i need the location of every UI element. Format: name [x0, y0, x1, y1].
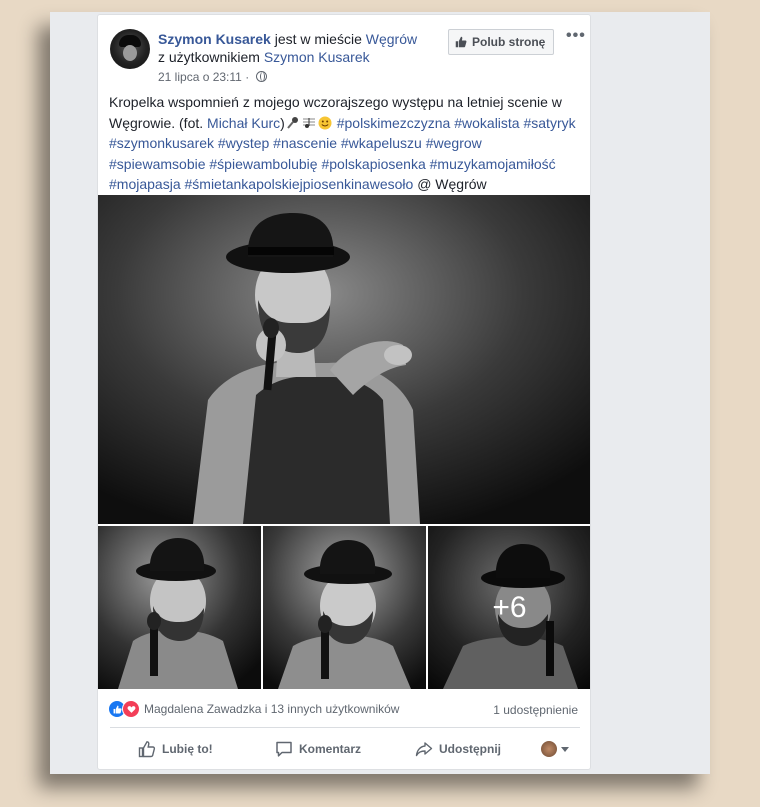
viewer-avatar — [541, 741, 557, 757]
post-text-part2: ) — [280, 114, 285, 131]
reactions-text: Magdalena Zawadzka i 13 innych użytkowni… — [144, 702, 400, 716]
like-page-label: Polub stronę — [472, 35, 546, 49]
photo-thumbnail[interactable] — [98, 526, 261, 689]
share-button[interactable]: Udostępnij — [415, 740, 501, 758]
post-date[interactable]: 21 lipca o 23:11 — [158, 70, 242, 84]
thumbs-up-outline-icon — [138, 741, 156, 758]
city-link[interactable]: Węgrów — [366, 31, 417, 47]
author-avatar[interactable] — [110, 29, 150, 69]
smiling-face-emoji-icon — [318, 116, 332, 129]
in-city-text: jest w mieście — [274, 31, 362, 47]
thumbs-up-icon — [455, 36, 467, 48]
post-header: Szymon Kusarek jest w mieście Węgrów z u… — [158, 30, 448, 66]
location-suffix: @ Węgrów — [417, 176, 487, 192]
music-notes-emoji-icon — [302, 117, 315, 128]
like-label: Lubię to! — [162, 742, 213, 756]
comment-label: Komentarz — [299, 742, 362, 756]
post-as-selector[interactable] — [541, 741, 569, 757]
like-page-button[interactable]: Polub stronę — [448, 29, 555, 55]
post-date-row: 21 lipca o 23:11 · — [158, 70, 267, 84]
share-arrow-icon — [415, 742, 433, 757]
love-reaction-icon — [122, 700, 140, 718]
main-photo[interactable] — [98, 195, 591, 524]
divider — [110, 727, 580, 728]
post-text: Kropelka wspomnień z mojego wczorajszego… — [109, 92, 579, 195]
author-name-link[interactable]: Szymon Kusarek — [158, 31, 271, 47]
chevron-down-icon — [561, 746, 569, 752]
comment-bubble-icon — [276, 741, 292, 757]
with-text: z użytkownikiem — [158, 49, 260, 65]
reactions-summary[interactable]: Magdalena Zawadzka i 13 innych użytkowni… — [108, 700, 399, 718]
shares-count[interactable]: 1 udostępnienie — [493, 703, 578, 717]
tagged-user-link[interactable]: Szymon Kusarek — [264, 49, 370, 65]
photographer-link[interactable]: Michał Kurc — [207, 115, 280, 131]
more-options-button[interactable]: ••• — [566, 27, 586, 45]
globe-icon — [255, 71, 267, 82]
microphone-emoji-icon — [287, 116, 298, 129]
photo-thumbnail[interactable] — [263, 526, 426, 689]
date-separator: · — [245, 70, 250, 84]
photo-thumbnail-more[interactable]: +6 — [428, 526, 590, 689]
comment-button[interactable]: Komentarz — [275, 740, 361, 758]
more-photos-count: +6 — [428, 526, 590, 689]
share-label: Udostępnij — [439, 742, 501, 756]
like-button[interactable]: Lubię to! — [138, 740, 213, 758]
post-card: Szymon Kusarek jest w mieście Węgrów z u… — [97, 14, 591, 770]
